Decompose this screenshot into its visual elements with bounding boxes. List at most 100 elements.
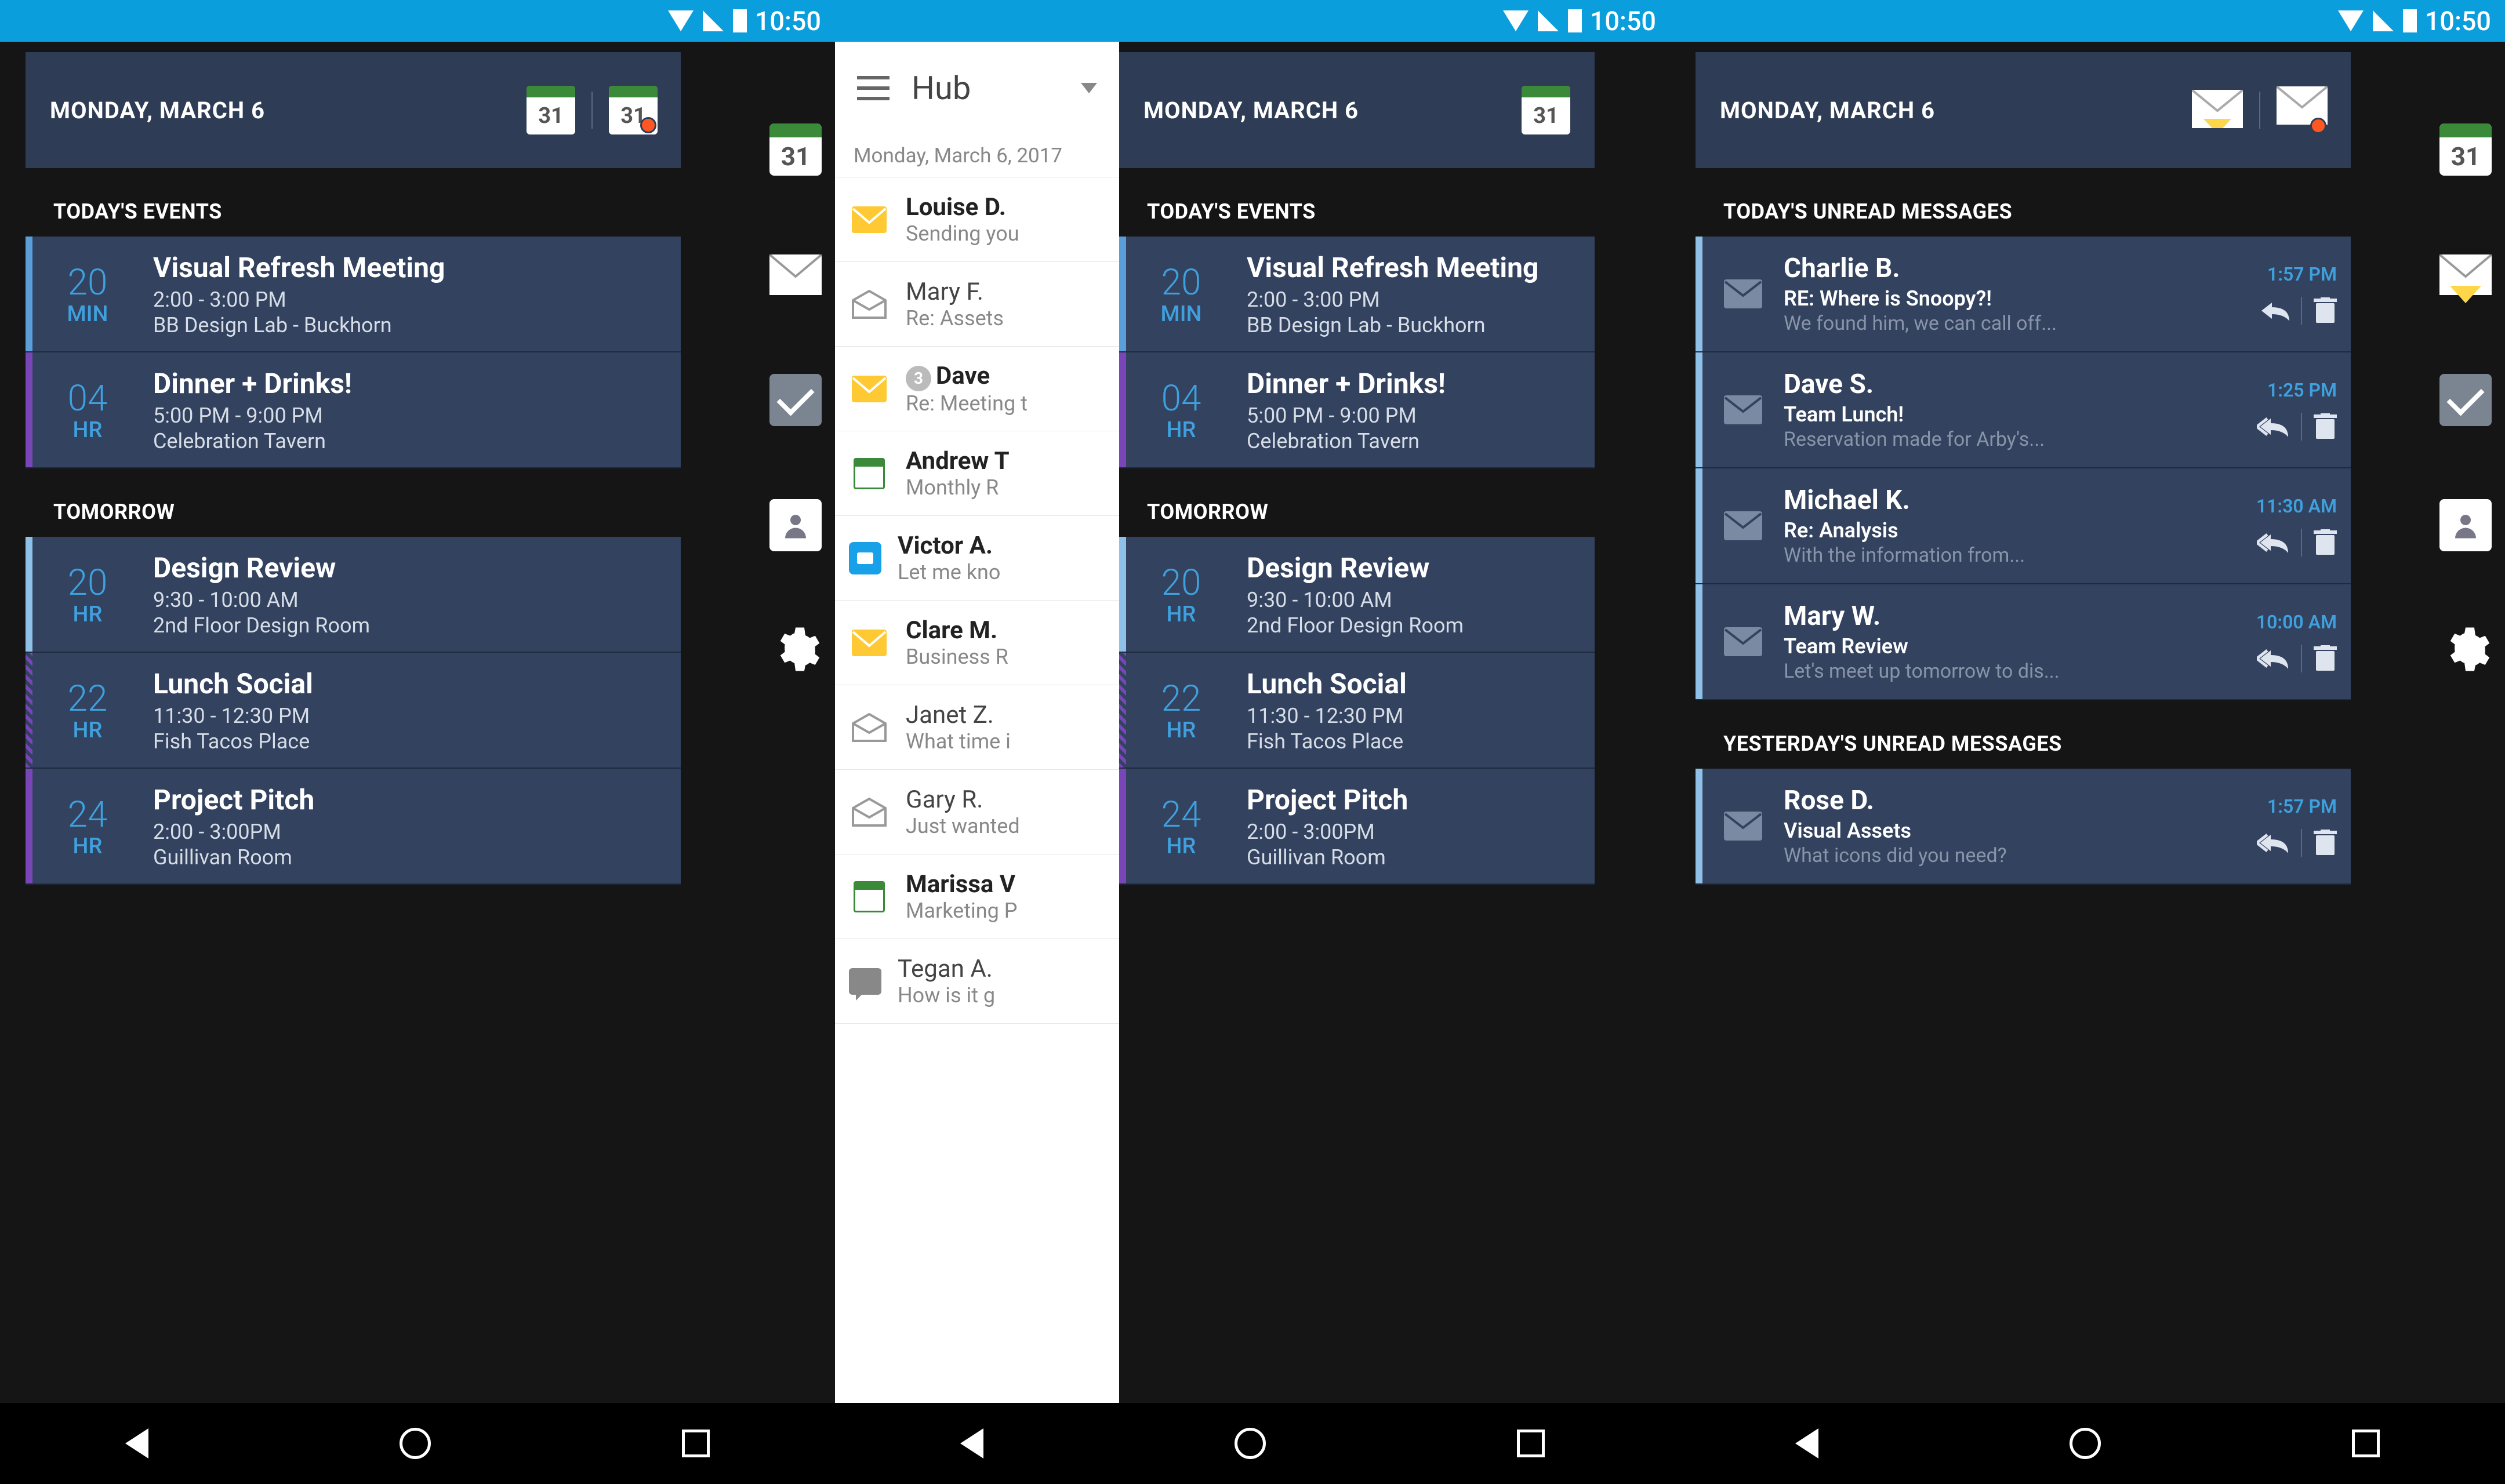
reply-all-icon[interactable]: [2257, 647, 2289, 670]
dock-contacts[interactable]: [768, 497, 823, 553]
dock-tasks[interactable]: [768, 372, 823, 428]
event-card[interactable]: 20MIN Visual Refresh Meeting 2:00 - 3:00…: [1119, 237, 1595, 352]
delete-icon[interactable]: [2314, 645, 2337, 672]
event-card[interactable]: 24HR Project Pitch 2:00 - 3:00PM Guilliv…: [1119, 769, 1595, 885]
dock-tasks[interactable]: [2438, 372, 2493, 428]
event-card[interactable]: 24HR Project Pitch 2:00 - 3:00PM Guilliv…: [26, 769, 681, 885]
nav-back-icon[interactable]: [960, 1428, 983, 1458]
message-subject: RE: Where is Snoopy?!: [1784, 286, 2260, 311]
hub-preview: Marketing P: [906, 899, 1103, 923]
dock-contacts[interactable]: [2438, 497, 2493, 553]
message-card[interactable]: Rose D. Visual Assets What icons did you…: [1696, 769, 2351, 885]
nav-recent-icon[interactable]: [1517, 1430, 1545, 1457]
dock-calendar[interactable]: 31: [768, 122, 823, 177]
event-countdown-value: 20: [1126, 562, 1236, 604]
event-card[interactable]: 04HR Dinner + Drinks! 5:00 PM - 9:00 PM …: [1119, 352, 1595, 468]
hub-row[interactable]: Clare M. Business R: [835, 601, 1119, 685]
message-card[interactable]: Mary W. Team Review Let's meet up tomorr…: [1696, 584, 2351, 700]
menu-icon[interactable]: [857, 76, 890, 100]
reply-all-icon[interactable]: [2257, 415, 2289, 438]
hub-preview: Sending you: [906, 221, 1103, 246]
event-countdown-unit: HR: [32, 718, 143, 743]
status-bar: 10:50: [1670, 0, 2505, 42]
event-card[interactable]: 04HR Dinner + Drinks! 5:00 PM - 9:00 PM …: [26, 352, 681, 468]
hub-header: Hub: [835, 42, 1119, 134]
reply-all-icon[interactable]: [2257, 831, 2289, 854]
dock-settings[interactable]: [768, 623, 823, 678]
delete-icon[interactable]: [2314, 413, 2337, 440]
event-time: 11:30 - 12:30 PM: [1247, 704, 1595, 728]
wifi-icon: [2338, 10, 2364, 31]
hub-row[interactable]: Louise D. Sending you: [835, 177, 1119, 262]
message-subject: Team Lunch!: [1784, 402, 2257, 427]
chevron-down-icon[interactable]: [1081, 83, 1097, 93]
event-countdown-unit: MIN: [1126, 301, 1236, 327]
event-color-stripe: [1119, 769, 1126, 883]
event-countdown-unit: HR: [32, 602, 143, 627]
event-card[interactable]: 22HR Lunch Social 11:30 - 12:30 PM Fish …: [26, 653, 681, 769]
section-tomorrow: TOMORROW: [26, 468, 681, 537]
calendar-config-icon[interactable]: 31: [609, 86, 656, 134]
hub-sender: Gary R.: [906, 785, 1103, 814]
delete-icon[interactable]: [2314, 297, 2337, 324]
delete-icon[interactable]: [2314, 529, 2337, 556]
hub-sender: Mary F.: [906, 278, 1103, 306]
hub-sender: Andrew T: [906, 447, 1103, 475]
calendar-icon[interactable]: 31: [527, 86, 575, 134]
status-time: 10:50: [2425, 6, 2491, 37]
nav-back-icon[interactable]: [125, 1428, 148, 1458]
event-card[interactable]: 22HR Lunch Social 11:30 - 12:30 PM Fish …: [1119, 653, 1595, 769]
reply-icon[interactable]: [2260, 299, 2289, 322]
nav-home-icon[interactable]: [400, 1428, 431, 1459]
hub-row[interactable]: Gary R. Just wanted: [835, 770, 1119, 854]
nav-back-icon[interactable]: [1795, 1428, 1818, 1458]
mail-icon[interactable]: [2192, 90, 2243, 130]
nav-recent-icon[interactable]: [2352, 1430, 2380, 1457]
hub-row[interactable]: Marissa V Marketing P: [835, 854, 1119, 939]
event-countdown-unit: HR: [32, 417, 143, 443]
hub-row[interactable]: Tegan A. How is it g: [835, 939, 1119, 1024]
dock-calendar[interactable]: 31: [2438, 122, 2493, 177]
calendar-icon[interactable]: 31: [1522, 86, 1570, 134]
hub-row[interactable]: Victor A. Let me kno: [835, 516, 1119, 601]
message-preview: Let's meet up tomorrow to dis...: [1784, 660, 2256, 683]
message-card[interactable]: Charlie B. RE: Where is Snoopy?! We foun…: [1696, 237, 2351, 352]
event-location: Fish Tacos Place: [1247, 729, 1595, 754]
delete-icon[interactable]: [2314, 830, 2337, 856]
phone-screen-3: 10:50 31 MONDAY, MARCH 6 TODAY'S UNREAD …: [1670, 0, 2505, 1484]
nav-bar: [1670, 1403, 2505, 1484]
dock-mail[interactable]: [768, 247, 823, 303]
hub-row[interactable]: 3Dave Re: Meeting t: [835, 347, 1119, 431]
message-time: 1:25 PM: [2267, 379, 2337, 401]
section-today: TODAY'S EVENTS: [26, 168, 681, 237]
hub-row[interactable]: Janet Z. What time i: [835, 685, 1119, 770]
hub-sender: Marissa V: [906, 870, 1103, 899]
dock-settings[interactable]: [2438, 623, 2493, 678]
hub-title[interactable]: Hub: [912, 69, 1059, 107]
unread-mail-icon: [849, 373, 890, 405]
message-card[interactable]: Michael K. Re: Analysis With the informa…: [1696, 468, 2351, 584]
hub-row[interactable]: Mary F. Re: Assets: [835, 262, 1119, 347]
nav-home-icon[interactable]: [1235, 1428, 1266, 1459]
hub-row[interactable]: Andrew T Monthly R: [835, 431, 1119, 516]
message-card[interactable]: Dave S. Team Lunch! Reservation made for…: [1696, 352, 2351, 468]
event-location: BB Design Lab - Buckhorn: [153, 313, 681, 337]
event-title: Design Review: [153, 551, 681, 584]
message-stripe: [1696, 584, 1702, 699]
message-subject: Team Review: [1784, 634, 2256, 659]
event-card[interactable]: 20MIN Visual Refresh Meeting 2:00 - 3:00…: [26, 237, 681, 352]
reply-all-icon[interactable]: [2257, 531, 2289, 554]
mail-config-icon[interactable]: [2277, 86, 2326, 134]
event-card[interactable]: 20HR Design Review 9:30 - 10:00 AM 2nd F…: [1119, 537, 1595, 653]
message-subject: Re: Analysis: [1784, 518, 2256, 543]
event-time: 9:30 - 10:00 AM: [1247, 588, 1595, 612]
unread-mail-icon: [849, 203, 890, 236]
dock-mail[interactable]: [2438, 247, 2493, 303]
message-sender: Mary W.: [1784, 601, 2256, 632]
event-card[interactable]: 20HR Design Review 9:30 - 10:00 AM 2nd F…: [26, 537, 681, 653]
event-time: 5:00 PM - 9:00 PM: [1247, 403, 1595, 428]
hub-sender: 3Dave: [906, 362, 1103, 391]
nav-home-icon[interactable]: [2070, 1428, 2101, 1459]
nav-recent-icon[interactable]: [682, 1430, 710, 1457]
widget-date: MONDAY, MARCH 6: [1143, 97, 1359, 124]
